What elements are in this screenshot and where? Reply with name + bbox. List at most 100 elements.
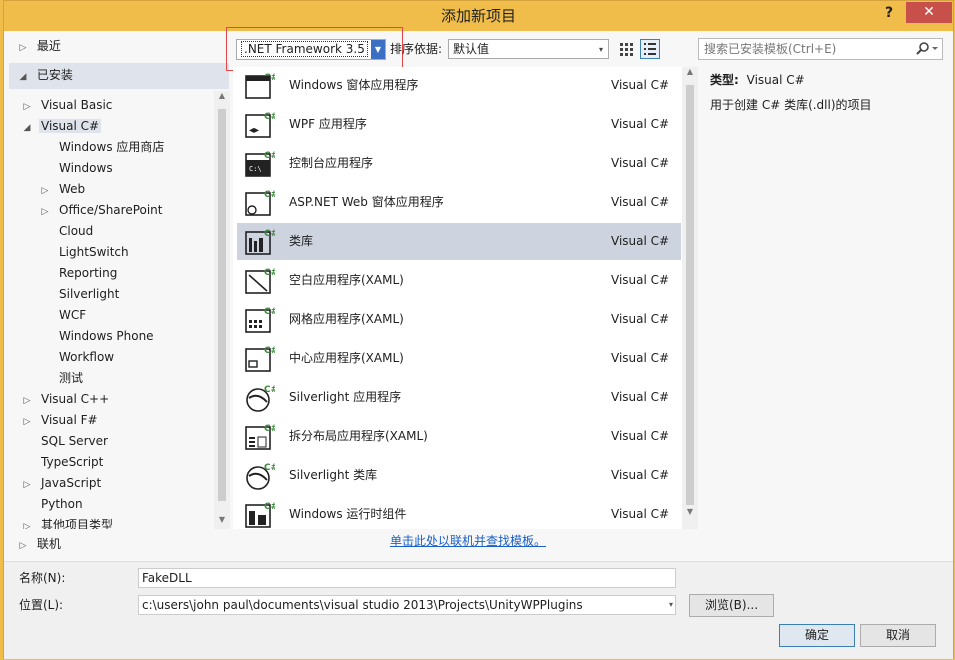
template-name: WPF 应用程序	[289, 117, 367, 131]
help-button[interactable]: ?	[876, 3, 902, 23]
expand-arrow-icon[interactable]: ◢	[21, 118, 33, 139]
tree-item[interactable]: SQL Server	[21, 431, 110, 452]
chevron-down-icon[interactable]: ▾	[594, 40, 608, 57]
tree-item[interactable]: 测试	[39, 368, 85, 389]
tree-item[interactable]: ▷ JavaScript	[21, 473, 103, 494]
template-name: 拆分布局应用程序(XAML)	[289, 429, 428, 443]
template-item[interactable]: C# 网格应用程序(XAML) Visual C#	[237, 301, 681, 338]
search-placeholder: 搜索已安装模板(Ctrl+E)	[704, 42, 837, 56]
aspnet-icon: C#	[245, 189, 278, 217]
expand-arrow-icon[interactable]: ▷	[21, 97, 33, 118]
template-language: Visual C#	[611, 117, 670, 131]
name-input[interactable]: FakeDLL	[138, 568, 676, 588]
tree-item[interactable]: Windows 应用商店	[39, 137, 166, 158]
silverlight-lib-icon: C#	[245, 462, 278, 490]
close-button[interactable]: ✕	[906, 2, 952, 23]
list-scroll-thumb[interactable]	[686, 85, 694, 505]
template-name: 中心应用程序(XAML)	[289, 351, 404, 365]
expand-arrow-icon[interactable]: ▷	[39, 202, 51, 223]
chevron-down-icon[interactable]: ▾	[669, 596, 673, 614]
template-item[interactable]: C# ASP.NET Web 窗体应用程序 Visual C#	[237, 184, 681, 221]
browse-button[interactable]: 浏览(B)...	[689, 594, 774, 617]
tree-scroll-thumb[interactable]	[218, 109, 226, 501]
type-label: 类型:	[710, 73, 739, 87]
title-bar: 添加新项目 ? ✕	[4, 1, 953, 31]
template-item[interactable]: C# 空白应用程序(XAML) Visual C#	[237, 262, 681, 299]
expand-arrow-icon[interactable]: ▷	[21, 412, 33, 433]
template-item[interactable]: C# Windows 窗体应用程序 Visual C#	[237, 67, 681, 104]
template-info-panel: 类型: Visual C# 用于创建 C# 类库(.dll)的项目	[698, 67, 948, 529]
tree-item[interactable]: Python	[21, 494, 85, 515]
tree-scrollbar[interactable]: ▲ ▼	[214, 91, 230, 529]
tree-item-recent[interactable]: ▷ 最近	[9, 34, 229, 60]
tree-item[interactable]: Windows	[39, 158, 115, 179]
template-description: 用于创建 C# 类库(.dll)的项目	[710, 98, 872, 112]
template-item[interactable]: C# 中心应用程序(XAML) Visual C#	[237, 340, 681, 377]
tree-item-label: Python	[41, 497, 83, 511]
tree-item[interactable]: Windows Phone	[39, 326, 156, 347]
svg-text:C#: C#	[264, 151, 275, 161]
tree-item-label: Workflow	[59, 350, 115, 364]
tree-item[interactable]: ▷ Web	[39, 179, 87, 200]
tree-item[interactable]: ▷ Office/SharePoint	[39, 200, 165, 221]
online-templates-link[interactable]: 单击此处以联机并查找模板。	[390, 531, 546, 551]
tree-item-installed[interactable]: ◢ 已安装	[9, 63, 229, 89]
scroll-up-icon[interactable]: ▲	[682, 67, 698, 76]
tree-item[interactable]: TypeScript	[21, 452, 105, 473]
template-item[interactable]: C# Silverlight 应用程序 Visual C#	[237, 379, 681, 416]
template-item[interactable]: C# ◂▸ WPF 应用程序 Visual C#	[237, 106, 681, 143]
collapse-arrow-icon: ◢	[19, 72, 27, 82]
tree-item[interactable]: Reporting	[39, 263, 119, 284]
tree-item[interactable]: Workflow	[39, 347, 116, 368]
svg-text:C#: C#	[264, 346, 275, 356]
cancel-button[interactable]: 取消	[860, 624, 936, 647]
tree-item[interactable]: ▷ Visual F#	[21, 410, 100, 431]
location-label: 位置(L):	[19, 598, 64, 612]
template-item[interactable]: C# 拆分布局应用程序(XAML) Visual C#	[237, 418, 681, 455]
grid-view-icon	[620, 43, 633, 56]
tree-item[interactable]: Cloud	[39, 221, 95, 242]
location-input[interactable]: c:\users\john paul\documents\visual stud…	[138, 595, 676, 615]
template-name: Windows 运行时组件	[289, 507, 407, 521]
tree-item[interactable]: LightSwitch	[39, 242, 131, 263]
framework-value: .NET Framework 3.5	[241, 41, 368, 57]
expand-arrow-icon[interactable]: ▷	[21, 391, 33, 412]
tree-label: 已安装	[36, 68, 73, 82]
list-view-button[interactable]	[640, 39, 660, 59]
tree-item-label: Reporting	[59, 266, 118, 280]
tree-item[interactable]: ▷ Visual C++	[21, 389, 111, 410]
search-icon[interactable]	[913, 41, 939, 57]
expand-arrow-icon[interactable]: ▷	[21, 517, 33, 529]
tree-item-label: Windows 应用商店	[59, 140, 165, 154]
template-list-scrollbar[interactable]: ▲ ▼	[682, 67, 698, 529]
template-item[interactable]: C# Windows 运行时组件 Visual C#	[237, 496, 681, 529]
scroll-up-icon[interactable]: ▲	[214, 91, 230, 100]
template-item[interactable]: C#C:\ 控制台应用程序 Visual C#	[237, 145, 681, 182]
tree-item[interactable]: ▷ Visual Basic	[21, 95, 114, 116]
chevron-down-icon[interactable]: ▼	[371, 40, 385, 59]
expand-arrow-icon[interactable]: ▷	[39, 181, 51, 202]
ok-button[interactable]: 确定	[779, 624, 855, 647]
tree-item[interactable]: ◢ Visual C#	[21, 116, 102, 139]
template-item[interactable]: C# Silverlight 类库 Visual C#	[237, 457, 681, 494]
medium-icons-view-button[interactable]	[616, 39, 636, 59]
scroll-down-icon[interactable]: ▼	[682, 507, 698, 516]
project-form: 名称(N): FakeDLL 位置(L): c:\users\john paul…	[4, 561, 953, 659]
sort-label: 排序依据:	[390, 42, 443, 56]
tree-item[interactable]: ▷ 其他项目类型	[21, 515, 115, 529]
template-language: Visual C#	[611, 468, 670, 482]
svg-text:C:\: C:\	[249, 165, 262, 173]
template-language: Visual C#	[611, 351, 670, 365]
expand-arrow-icon[interactable]: ▷	[21, 475, 33, 496]
tree-item[interactable]: Silverlight	[39, 284, 121, 305]
tree-item[interactable]: WCF	[39, 305, 88, 326]
sort-select[interactable]: 默认值 ▾	[448, 39, 609, 59]
scroll-down-icon[interactable]: ▼	[214, 515, 230, 524]
template-language: Visual C#	[611, 312, 670, 326]
tree-item-label: Windows	[59, 161, 113, 175]
template-search-input[interactable]: 搜索已安装模板(Ctrl+E)	[698, 38, 943, 60]
template-name: ASP.NET Web 窗体应用程序	[289, 195, 444, 209]
framework-select[interactable]: .NET Framework 3.5 ▼	[236, 39, 386, 60]
template-item[interactable]: C# 类库 Visual C#	[237, 223, 681, 260]
blank-app-icon: C#	[245, 267, 278, 295]
